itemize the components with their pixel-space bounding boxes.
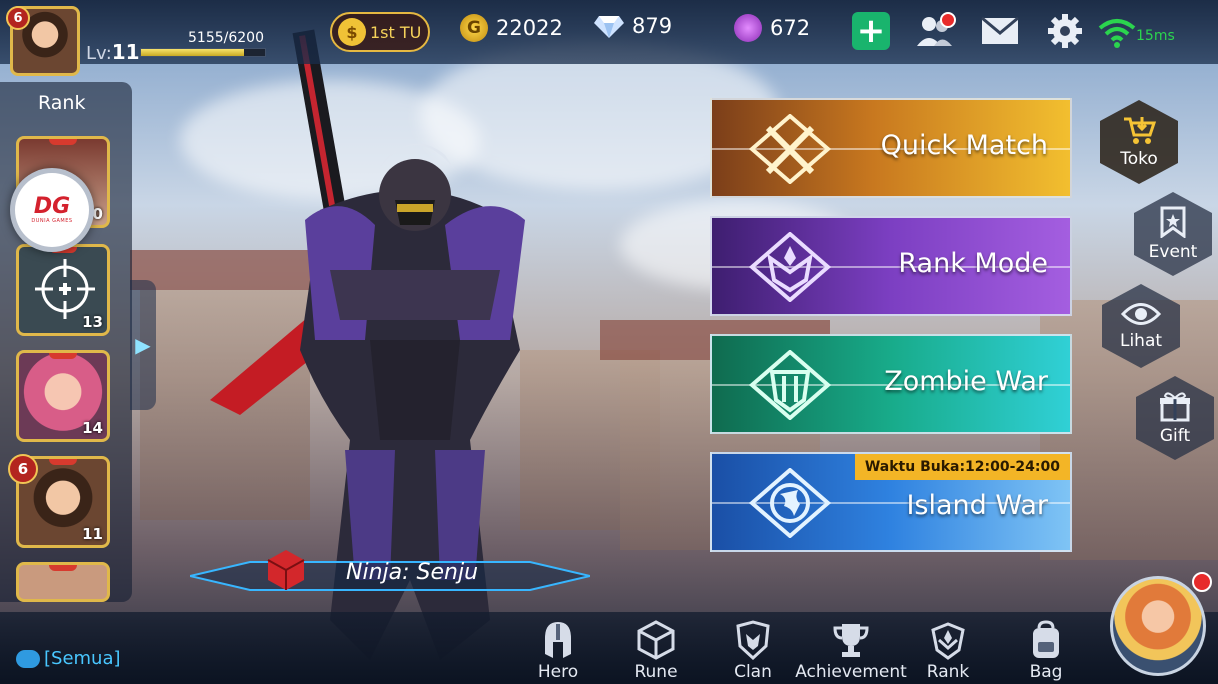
crystal-icon: [734, 14, 762, 42]
gear-icon[interactable]: [1046, 12, 1084, 50]
bookmark-icon: [1160, 206, 1186, 238]
zombie-war-button[interactable]: Zombie War: [710, 334, 1072, 434]
xp-bar-fill: [141, 49, 245, 56]
zombie-shield-icon: [748, 350, 832, 420]
nav-hero[interactable]: Hero: [503, 620, 613, 682]
hero-slot-level: 13: [82, 313, 103, 331]
view-label: Lihat: [1119, 331, 1163, 351]
shield-icon: [736, 620, 770, 660]
crystal-amount: 672: [770, 16, 811, 40]
rank-hero-slot[interactable]: [16, 562, 110, 602]
nav-clan-label: Clan: [734, 662, 772, 682]
rank-hero-slot[interactable]: 14: [16, 350, 110, 442]
nav-rank-label: Rank: [926, 662, 970, 682]
gift-label: Gift: [1159, 426, 1191, 446]
backpack-icon: [1033, 620, 1059, 658]
level-label: Lv:: [86, 43, 112, 64]
gold-amount: 22022: [496, 16, 563, 40]
rank-badge-button[interactable]: $ 1st TU: [330, 12, 430, 52]
crown-icon: [49, 565, 77, 571]
gold-counter[interactable]: G 22022: [460, 14, 563, 42]
chat-button[interactable]: [Semua]: [16, 648, 121, 669]
shop-label: Toko: [1120, 149, 1158, 169]
wifi-icon: [1098, 14, 1136, 52]
island-war-label: Island War: [906, 490, 1048, 521]
nav-achievement-label: Achievement: [795, 662, 907, 682]
nav-hero-label: Hero: [537, 662, 579, 682]
island-war-open-time: Waktu Buka:12:00-24:00: [854, 454, 1070, 480]
hero-name: Ninja: Senju: [346, 560, 479, 585]
crosshair-icon: [35, 259, 95, 319]
plus-icon[interactable]: +: [852, 12, 890, 50]
hero-slot-level: 11: [82, 525, 103, 543]
chat-channel: [Semua]: [44, 648, 121, 669]
xp-bar: [140, 48, 266, 57]
helmet-icon: [545, 622, 571, 658]
expand-panel-button[interactable]: ▶: [130, 280, 156, 410]
money-bag-icon: $: [338, 18, 366, 46]
nav-bag[interactable]: Bag: [991, 620, 1101, 682]
crossed-swords-icon: [748, 114, 832, 184]
event-label: Event: [1148, 242, 1198, 262]
hero-class-icon: [267, 550, 305, 590]
player-level: Lv:11: [86, 40, 140, 64]
rank-mode-button[interactable]: Rank Mode: [710, 216, 1072, 316]
eye-icon: [1121, 303, 1161, 325]
nav-rune-label: Rune: [634, 662, 678, 682]
nav-rank[interactable]: Rank: [893, 620, 1003, 682]
island-war-button[interactable]: Waktu Buka:12:00-24:00 Island War: [710, 452, 1072, 552]
level-value: 11: [111, 40, 140, 64]
rank-hero-slot[interactable]: 13: [16, 244, 110, 336]
hero-slot-level: 14: [82, 419, 103, 437]
trophy-icon: [833, 624, 869, 657]
crown-icon: [49, 139, 77, 145]
chat-bubble-icon: [16, 649, 40, 668]
friends-alert-dot: [940, 12, 956, 28]
rank-wings-icon: [748, 232, 832, 302]
cart-icon: [1124, 117, 1156, 144]
notification-count: 6: [13, 10, 23, 26]
gold-coin-icon: G: [460, 14, 488, 42]
diamond-counter[interactable]: 879: [594, 14, 672, 38]
hero-slot-badge-count: 6: [17, 460, 29, 478]
ping-text: 15ms: [1136, 28, 1175, 44]
diamond-icon: [594, 16, 624, 38]
assistant-avatar[interactable]: [1110, 576, 1206, 676]
nav-clan[interactable]: Clan: [698, 620, 808, 682]
assistant-alert-dot: [1192, 572, 1212, 592]
rank-mode-label: Rank Mode: [898, 248, 1048, 279]
xp-text: 5155/6200: [188, 30, 264, 46]
nav-achievement[interactable]: Achievement: [795, 620, 907, 682]
globe-icon: [748, 468, 832, 538]
notification-badge: 6: [6, 6, 30, 30]
diamond-amount: 879: [632, 14, 673, 38]
crystal-counter[interactable]: 672: [734, 14, 810, 42]
dg-logo: DG DUNIA GAMES: [10, 168, 94, 252]
rank-panel-title: Rank: [38, 92, 86, 114]
nav-bag-label: Bag: [1029, 662, 1063, 682]
chevron-right-icon: ▶: [135, 333, 151, 357]
quick-match-button[interactable]: Quick Match: [710, 98, 1072, 198]
hero-slot-badge: 6: [8, 454, 38, 484]
quick-match-label: Quick Match: [880, 130, 1048, 161]
zombie-war-label: Zombie War: [884, 366, 1048, 397]
crown-icon: [49, 459, 77, 465]
crown-icon: [49, 353, 77, 359]
rank-badge-label: 1st TU: [370, 22, 422, 42]
nav-rune[interactable]: Rune: [601, 620, 711, 682]
rank-emblem-icon: [931, 622, 965, 660]
cube-icon: [637, 620, 675, 660]
mail-icon[interactable]: [981, 12, 1019, 50]
gift-icon: [1160, 392, 1190, 422]
